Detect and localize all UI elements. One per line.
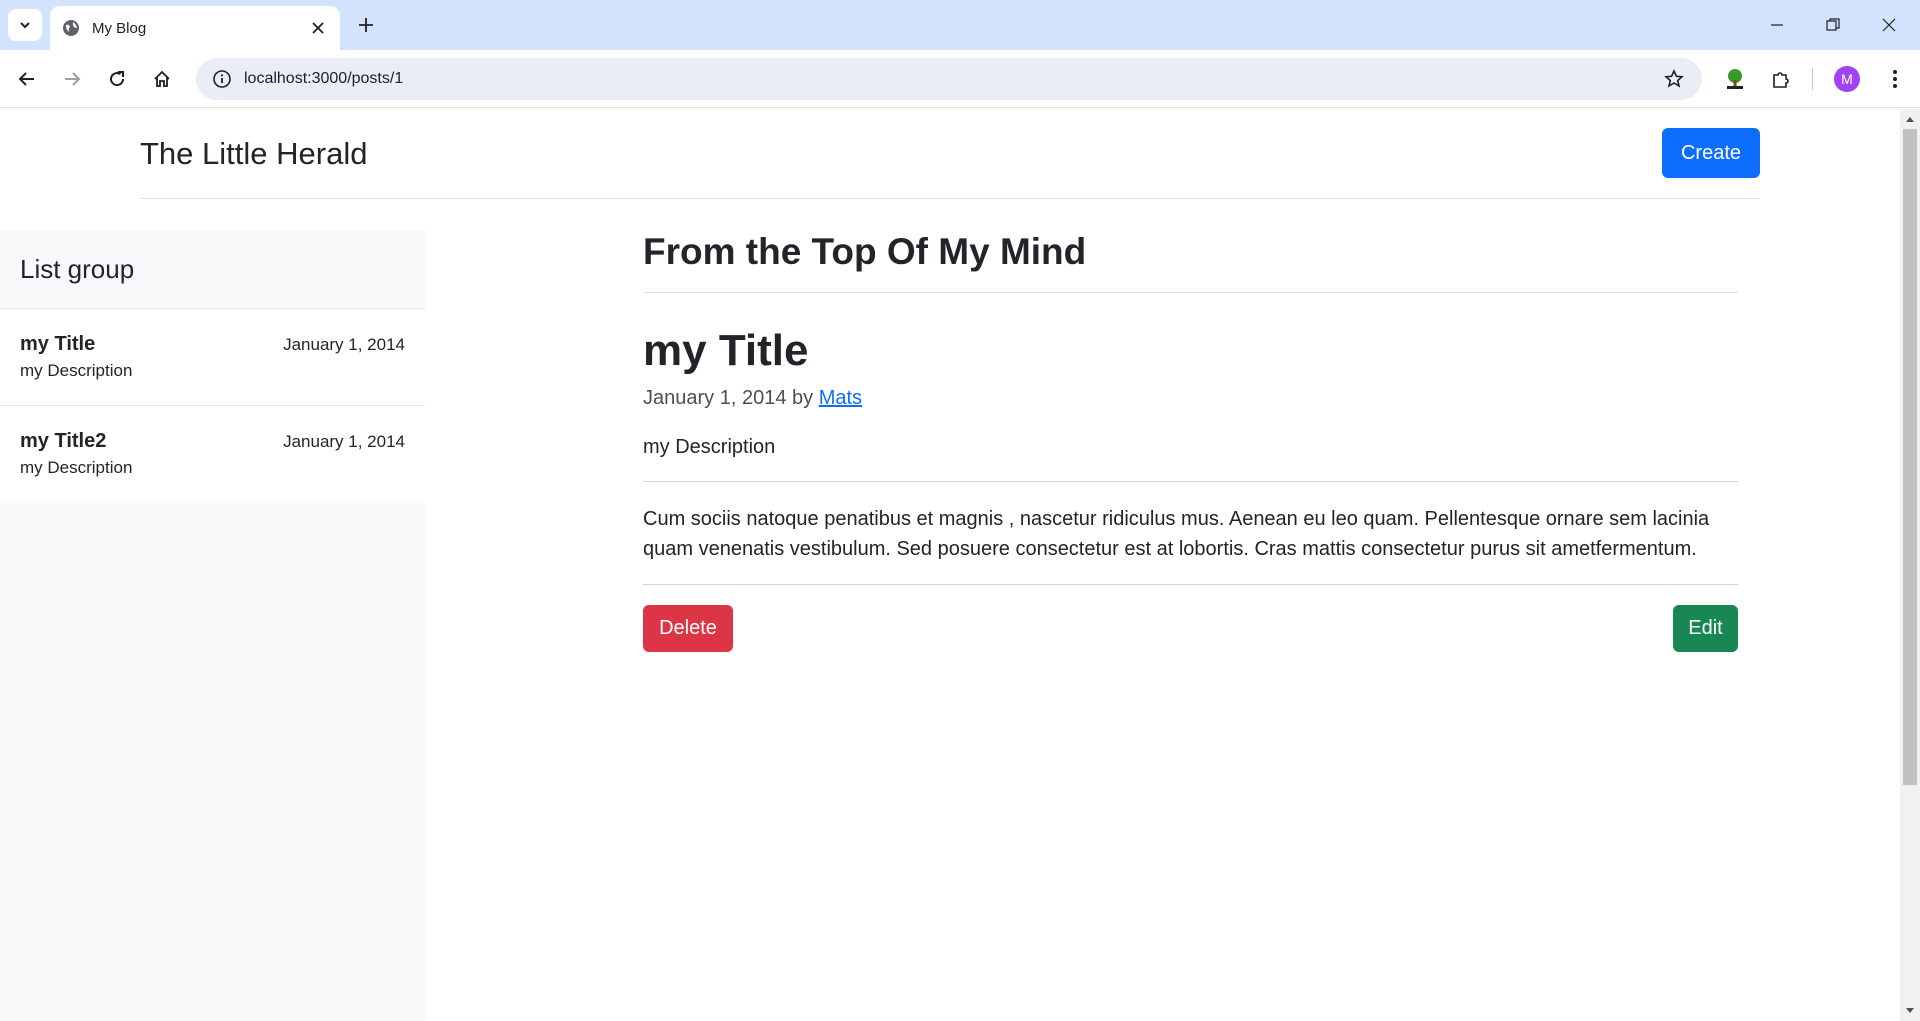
plus-icon[interactable] (352, 11, 380, 39)
list-item-title: my Title (20, 333, 96, 355)
scroll-thumb[interactable] (1903, 129, 1917, 785)
tree-extension-icon[interactable] (1718, 62, 1752, 96)
post-meta: January 1, 2014 by Mats (643, 387, 1738, 410)
kebab-menu-icon[interactable] (1878, 62, 1912, 96)
post-description: my Description (643, 436, 1738, 482)
browser-tab-active[interactable]: My Blog (50, 6, 340, 50)
list-item-date: January 1, 2014 (283, 432, 405, 451)
page-scrollbar[interactable] (1900, 109, 1920, 1021)
site-header: The Little Herald Create (140, 109, 1760, 199)
section-title: From the Top Of My Mind (643, 230, 1738, 293)
restore-icon[interactable] (1810, 8, 1856, 42)
puzzle-icon[interactable] (1764, 62, 1798, 96)
tab-title: My Blog (92, 19, 147, 37)
star-icon[interactable] (1654, 58, 1694, 100)
url-text: localhost:3000/posts/1 (244, 70, 404, 87)
home-icon[interactable] (145, 62, 179, 96)
post-date: January 1, 2014 (643, 387, 787, 409)
list-item[interactable]: my Title2 January 1, 2014 my Description (0, 406, 425, 503)
browser-toolbar: localhost:3000/posts/1 (0, 50, 1920, 108)
reload-icon[interactable] (100, 62, 134, 96)
list-item-date: January 1, 2014 (283, 335, 405, 354)
list-item-description: my Description (20, 458, 133, 477)
close-window-icon[interactable] (1866, 8, 1912, 42)
scroll-down-icon[interactable] (1900, 1003, 1920, 1019)
page-viewport: The Little Herald Create List group my T… (0, 109, 1900, 1021)
post-by: by (792, 387, 814, 409)
post-title: my Title (643, 326, 809, 375)
chevron-down-icon (20, 22, 30, 29)
edit-button[interactable]: Edit (1673, 605, 1738, 652)
address-bar[interactable]: localhost:3000/posts/1 (196, 58, 1702, 100)
list-item[interactable]: my Title January 1, 2014 my Description (0, 309, 425, 406)
site-brand[interactable]: The Little Herald (140, 136, 367, 172)
browser-tabstrip: My Blog (0, 0, 1920, 50)
arrow-right-icon[interactable] (55, 62, 89, 96)
minimize-icon[interactable] (1754, 8, 1800, 42)
post-main: From the Top Of My Mind my Title January… (643, 230, 1738, 653)
post-actions: Delete Edit (643, 605, 1738, 653)
post-body: Cum sociis natoque penatibus et magnis ,… (643, 504, 1738, 585)
create-button[interactable]: Create (1662, 128, 1760, 178)
sidebar: List group my Title January 1, 2014 my D… (0, 230, 425, 1021)
toolbar-divider (1812, 68, 1813, 90)
delete-button[interactable]: Delete (643, 605, 733, 652)
list-item-title: my Title2 (20, 430, 107, 452)
arrow-left-icon[interactable] (10, 62, 44, 96)
scroll-up-icon[interactable] (1900, 111, 1920, 127)
info-icon[interactable] (202, 58, 242, 100)
list-item-description: my Description (20, 361, 133, 380)
sidebar-heading: List group (0, 230, 425, 309)
profile-avatar[interactable]: M (1834, 66, 1860, 92)
close-icon[interactable] (308, 18, 328, 38)
tab-search-button[interactable] (8, 9, 42, 41)
globe-icon (63, 20, 79, 36)
author-link[interactable]: Mats (819, 387, 862, 409)
